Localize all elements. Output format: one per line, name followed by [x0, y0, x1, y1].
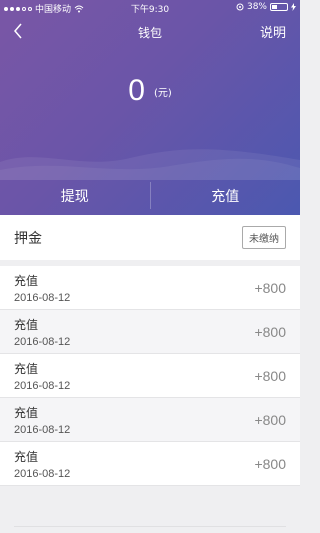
status-right: 38%	[236, 2, 296, 12]
recharge-button[interactable]: 充值	[151, 176, 301, 215]
record-amount: +800	[254, 367, 286, 384]
list-item[interactable]: 充值 2016-08-12 +800	[0, 354, 300, 398]
list-item[interactable]: 充值 2016-08-12 +800	[0, 266, 300, 310]
wallet-header: 中国移动 下午9:30 38% 钱包 说明 0 (元) 提现 充值	[0, 0, 300, 215]
list-item[interactable]: 充值 2016-08-12 +800	[0, 310, 300, 354]
record-date: 2016-08-12	[14, 291, 71, 304]
deposit-status-button[interactable]: 未缴纳	[242, 226, 286, 249]
help-button[interactable]: 说明	[260, 22, 286, 41]
record-date: 2016-08-12	[14, 379, 71, 392]
record-date: 2016-08-12	[14, 467, 71, 480]
charging-icon	[291, 3, 296, 11]
list-item[interactable]: 充值 2016-08-12 +800	[0, 398, 300, 442]
location-icon	[236, 3, 244, 11]
wave-decoration	[0, 149, 300, 180]
balance-display: 0 (元)	[0, 74, 300, 108]
record-date: 2016-08-12	[14, 423, 71, 436]
record-amount: +800	[254, 323, 286, 340]
transaction-list: 充值 2016-08-12 +800 充值 2016-08-12 +800 充值…	[0, 266, 300, 486]
list-item[interactable]: 充值 2016-08-12 +800	[0, 442, 300, 486]
wallet-actions: 提现 充值	[0, 176, 300, 215]
withdraw-button[interactable]: 提现	[0, 176, 150, 215]
battery-icon	[270, 3, 288, 11]
record-title: 充值	[14, 449, 39, 464]
record-amount: +800	[254, 411, 286, 428]
divider	[14, 526, 286, 527]
record-title: 充值	[14, 405, 39, 420]
balance-value: 0	[128, 74, 145, 107]
page-title: 钱包	[137, 26, 162, 40]
record-title: 充值	[14, 273, 39, 288]
record-title: 充值	[14, 317, 39, 332]
record-amount: +800	[254, 455, 286, 472]
deposit-row[interactable]: 押金 未缴纳	[0, 215, 300, 260]
balance-unit: (元)	[153, 87, 172, 99]
record-date: 2016-08-12	[14, 335, 71, 348]
battery-percent: 38%	[246, 2, 267, 12]
deposit-label: 押金	[14, 230, 42, 247]
status-bar: 中国移动 下午9:30 38%	[0, 0, 300, 16]
record-title: 充值	[14, 361, 39, 376]
record-amount: +800	[254, 279, 286, 296]
